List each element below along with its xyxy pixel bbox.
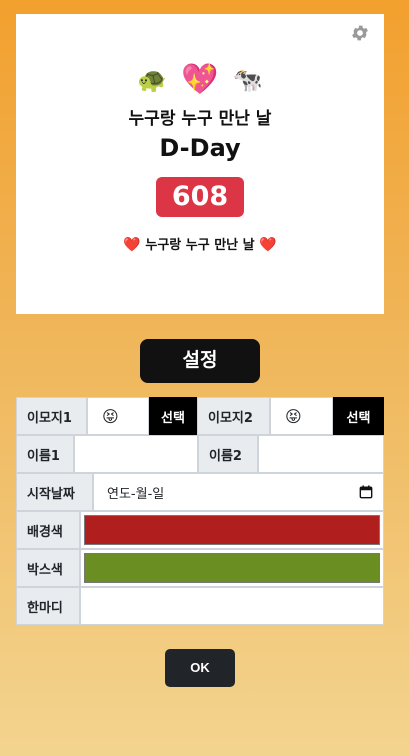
start-date-label: 시작날짜	[16, 473, 93, 511]
emoji2-select-button[interactable]: 선택	[333, 397, 384, 435]
name1-label: 이름1	[16, 435, 74, 473]
box-color-label: 박스색	[16, 549, 80, 587]
memo-label: 한마디	[16, 587, 80, 625]
name-row: 이름1 이름2	[16, 435, 384, 473]
settings-form: 이모지1 😝 선택 이모지2 😝 선택 이름1 이름2 시작날짜 연도-월-일 …	[16, 397, 384, 625]
message-text: 누구랑 누구 만난 날	[145, 238, 255, 253]
start-date-input[interactable]: 연도-월-일	[93, 473, 384, 511]
heart-icon: ❤️	[123, 237, 141, 253]
start-date-placeholder: 연도-월-일	[107, 486, 165, 502]
bg-color-label: 배경색	[16, 511, 80, 549]
bg-color-row: 배경색	[16, 511, 384, 549]
name2-label: 이름2	[198, 435, 258, 473]
ok-button[interactable]: OK	[165, 649, 235, 687]
day-count-badge: 608	[156, 177, 244, 217]
heart-icon: 💖	[181, 62, 219, 97]
start-date-row: 시작날짜 연도-월-일	[16, 473, 384, 511]
settings-button[interactable]: 설정	[140, 339, 260, 383]
emoji-row: 🐢 💖 🐄	[16, 62, 384, 98]
names-title: 누구랑 누구 만난 날	[128, 109, 272, 129]
emoji2-label: 이모지2	[197, 397, 270, 435]
message-line: ❤️ 누구랑 누구 만난 날 ❤️	[16, 234, 384, 253]
emoji-row-form: 이모지1 😝 선택 이모지2 😝 선택	[16, 397, 384, 435]
memo-input[interactable]	[80, 587, 384, 625]
emoji2-input[interactable]: 😝	[270, 397, 333, 435]
heart-icon: ❤️	[259, 237, 277, 253]
box-color-row: 박스색	[16, 549, 384, 587]
name2-input[interactable]	[258, 435, 384, 473]
dday-preview-card: 🐢 💖 🐄 누구랑 누구 만난 날 D-Day 608 ❤️ 누구랑 누구 만난…	[16, 14, 384, 314]
emoji1-select-button[interactable]: 선택	[149, 397, 197, 435]
name1-input[interactable]	[74, 435, 198, 473]
emoji2-display: 🐄	[232, 66, 263, 94]
emoji1-display: 🐢	[137, 66, 168, 94]
dday-label: D-Day	[159, 134, 241, 162]
box-color-picker[interactable]	[80, 549, 384, 587]
bg-color-swatch	[84, 515, 380, 545]
memo-row: 한마디	[16, 587, 384, 625]
gear-icon[interactable]	[350, 23, 370, 43]
calendar-icon[interactable]	[359, 485, 373, 499]
box-color-swatch	[84, 553, 380, 583]
emoji1-label: 이모지1	[16, 397, 87, 435]
bg-color-picker[interactable]	[80, 511, 384, 549]
emoji1-input[interactable]: 😝	[87, 397, 149, 435]
